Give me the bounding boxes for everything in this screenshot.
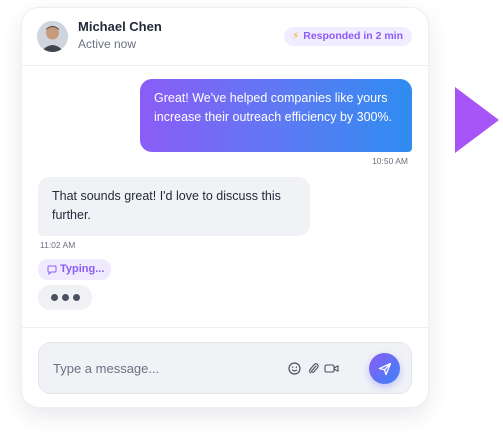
- message-input[interactable]: [53, 359, 273, 377]
- chat-header: Michael Chen Active now ⚡ Responded in 2…: [22, 8, 428, 66]
- response-time-text: Responded in 2 min: [303, 30, 403, 42]
- typing-dot: [72, 294, 80, 301]
- contact-status: Active now: [78, 37, 137, 51]
- send-icon: [378, 362, 391, 375]
- typing-indicator: Typing...: [38, 259, 112, 280]
- avatar-image: [37, 21, 68, 52]
- next-arrow-icon: [455, 87, 499, 153]
- chat-window: Michael Chen Active now ⚡ Responded in 2…: [21, 7, 429, 408]
- contact-name: Michael Chen: [78, 19, 162, 34]
- typing-label: Typing...: [60, 263, 105, 275]
- incoming-message-time: 11:02 AM: [40, 240, 76, 250]
- typing-dots: [38, 285, 92, 310]
- avatar[interactable]: [37, 21, 68, 52]
- response-time-badge: ⚡ Responded in 2 min: [284, 27, 412, 46]
- incoming-message: That sounds great! I'd love to discuss t…: [38, 177, 310, 236]
- composer-divider: [22, 327, 428, 328]
- emoji-icon[interactable]: [286, 360, 302, 376]
- lightning-icon: ⚡: [292, 31, 300, 42]
- video-icon[interactable]: [323, 360, 339, 376]
- chat-bubble-icon: [47, 265, 57, 275]
- outgoing-message: Great! We've helped companies like yours…: [140, 79, 412, 152]
- message-composer: [38, 342, 412, 394]
- send-button[interactable]: [369, 353, 400, 384]
- attachment-icon[interactable]: [305, 360, 321, 376]
- typing-dot: [61, 294, 69, 301]
- typing-dot: [50, 294, 58, 301]
- outgoing-message-time: 10:50 AM: [372, 156, 408, 166]
